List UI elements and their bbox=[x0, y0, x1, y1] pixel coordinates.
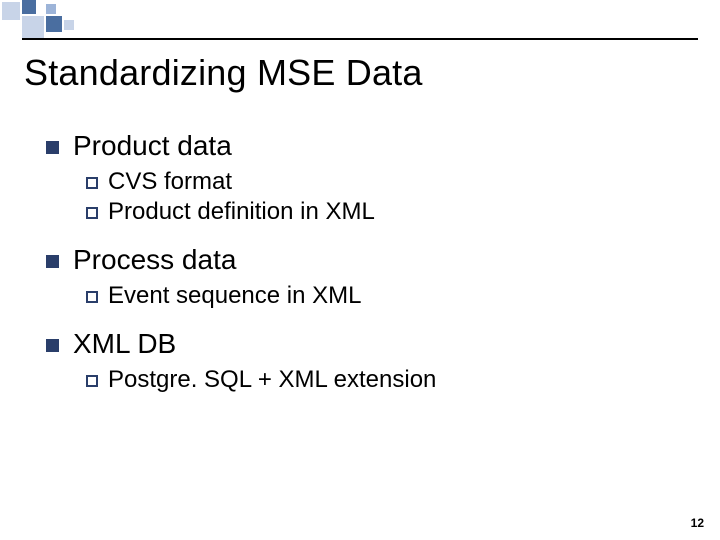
list-item-label: Product data bbox=[73, 130, 232, 162]
bullet-square-icon bbox=[46, 255, 59, 268]
sub-list-item: CVS format bbox=[86, 168, 686, 196]
sub-list-item: Event sequence in XML bbox=[86, 282, 686, 310]
page-number: 12 bbox=[691, 516, 704, 530]
list-item-label: XML DB bbox=[73, 328, 176, 360]
bullet-square-icon bbox=[46, 141, 59, 154]
bullet-open-square-icon bbox=[86, 291, 98, 303]
sub-list-item-label: CVS format bbox=[108, 168, 232, 196]
bullet-open-square-icon bbox=[86, 375, 98, 387]
sub-list-item-label: Event sequence in XML bbox=[108, 282, 362, 310]
sub-list-item: Product definition in XML bbox=[86, 198, 686, 226]
sub-list-item: Postgre. SQL + XML extension bbox=[86, 366, 686, 394]
bullet-open-square-icon bbox=[86, 177, 98, 189]
sub-list-item-label: Postgre. SQL + XML extension bbox=[108, 366, 436, 394]
slide-body: Product data CVS format Product definiti… bbox=[46, 130, 686, 398]
title-underline bbox=[22, 38, 698, 40]
slide-decoration bbox=[0, 0, 720, 40]
list-item: Process data Event sequence in XML bbox=[46, 244, 686, 310]
slide-title: Standardizing MSE Data bbox=[24, 52, 423, 94]
list-item: Product data CVS format Product definiti… bbox=[46, 130, 686, 226]
bullet-square-icon bbox=[46, 339, 59, 352]
sub-list-item-label: Product definition in XML bbox=[108, 198, 375, 226]
list-item-label: Process data bbox=[73, 244, 236, 276]
list-item: XML DB Postgre. SQL + XML extension bbox=[46, 328, 686, 394]
bullet-open-square-icon bbox=[86, 207, 98, 219]
